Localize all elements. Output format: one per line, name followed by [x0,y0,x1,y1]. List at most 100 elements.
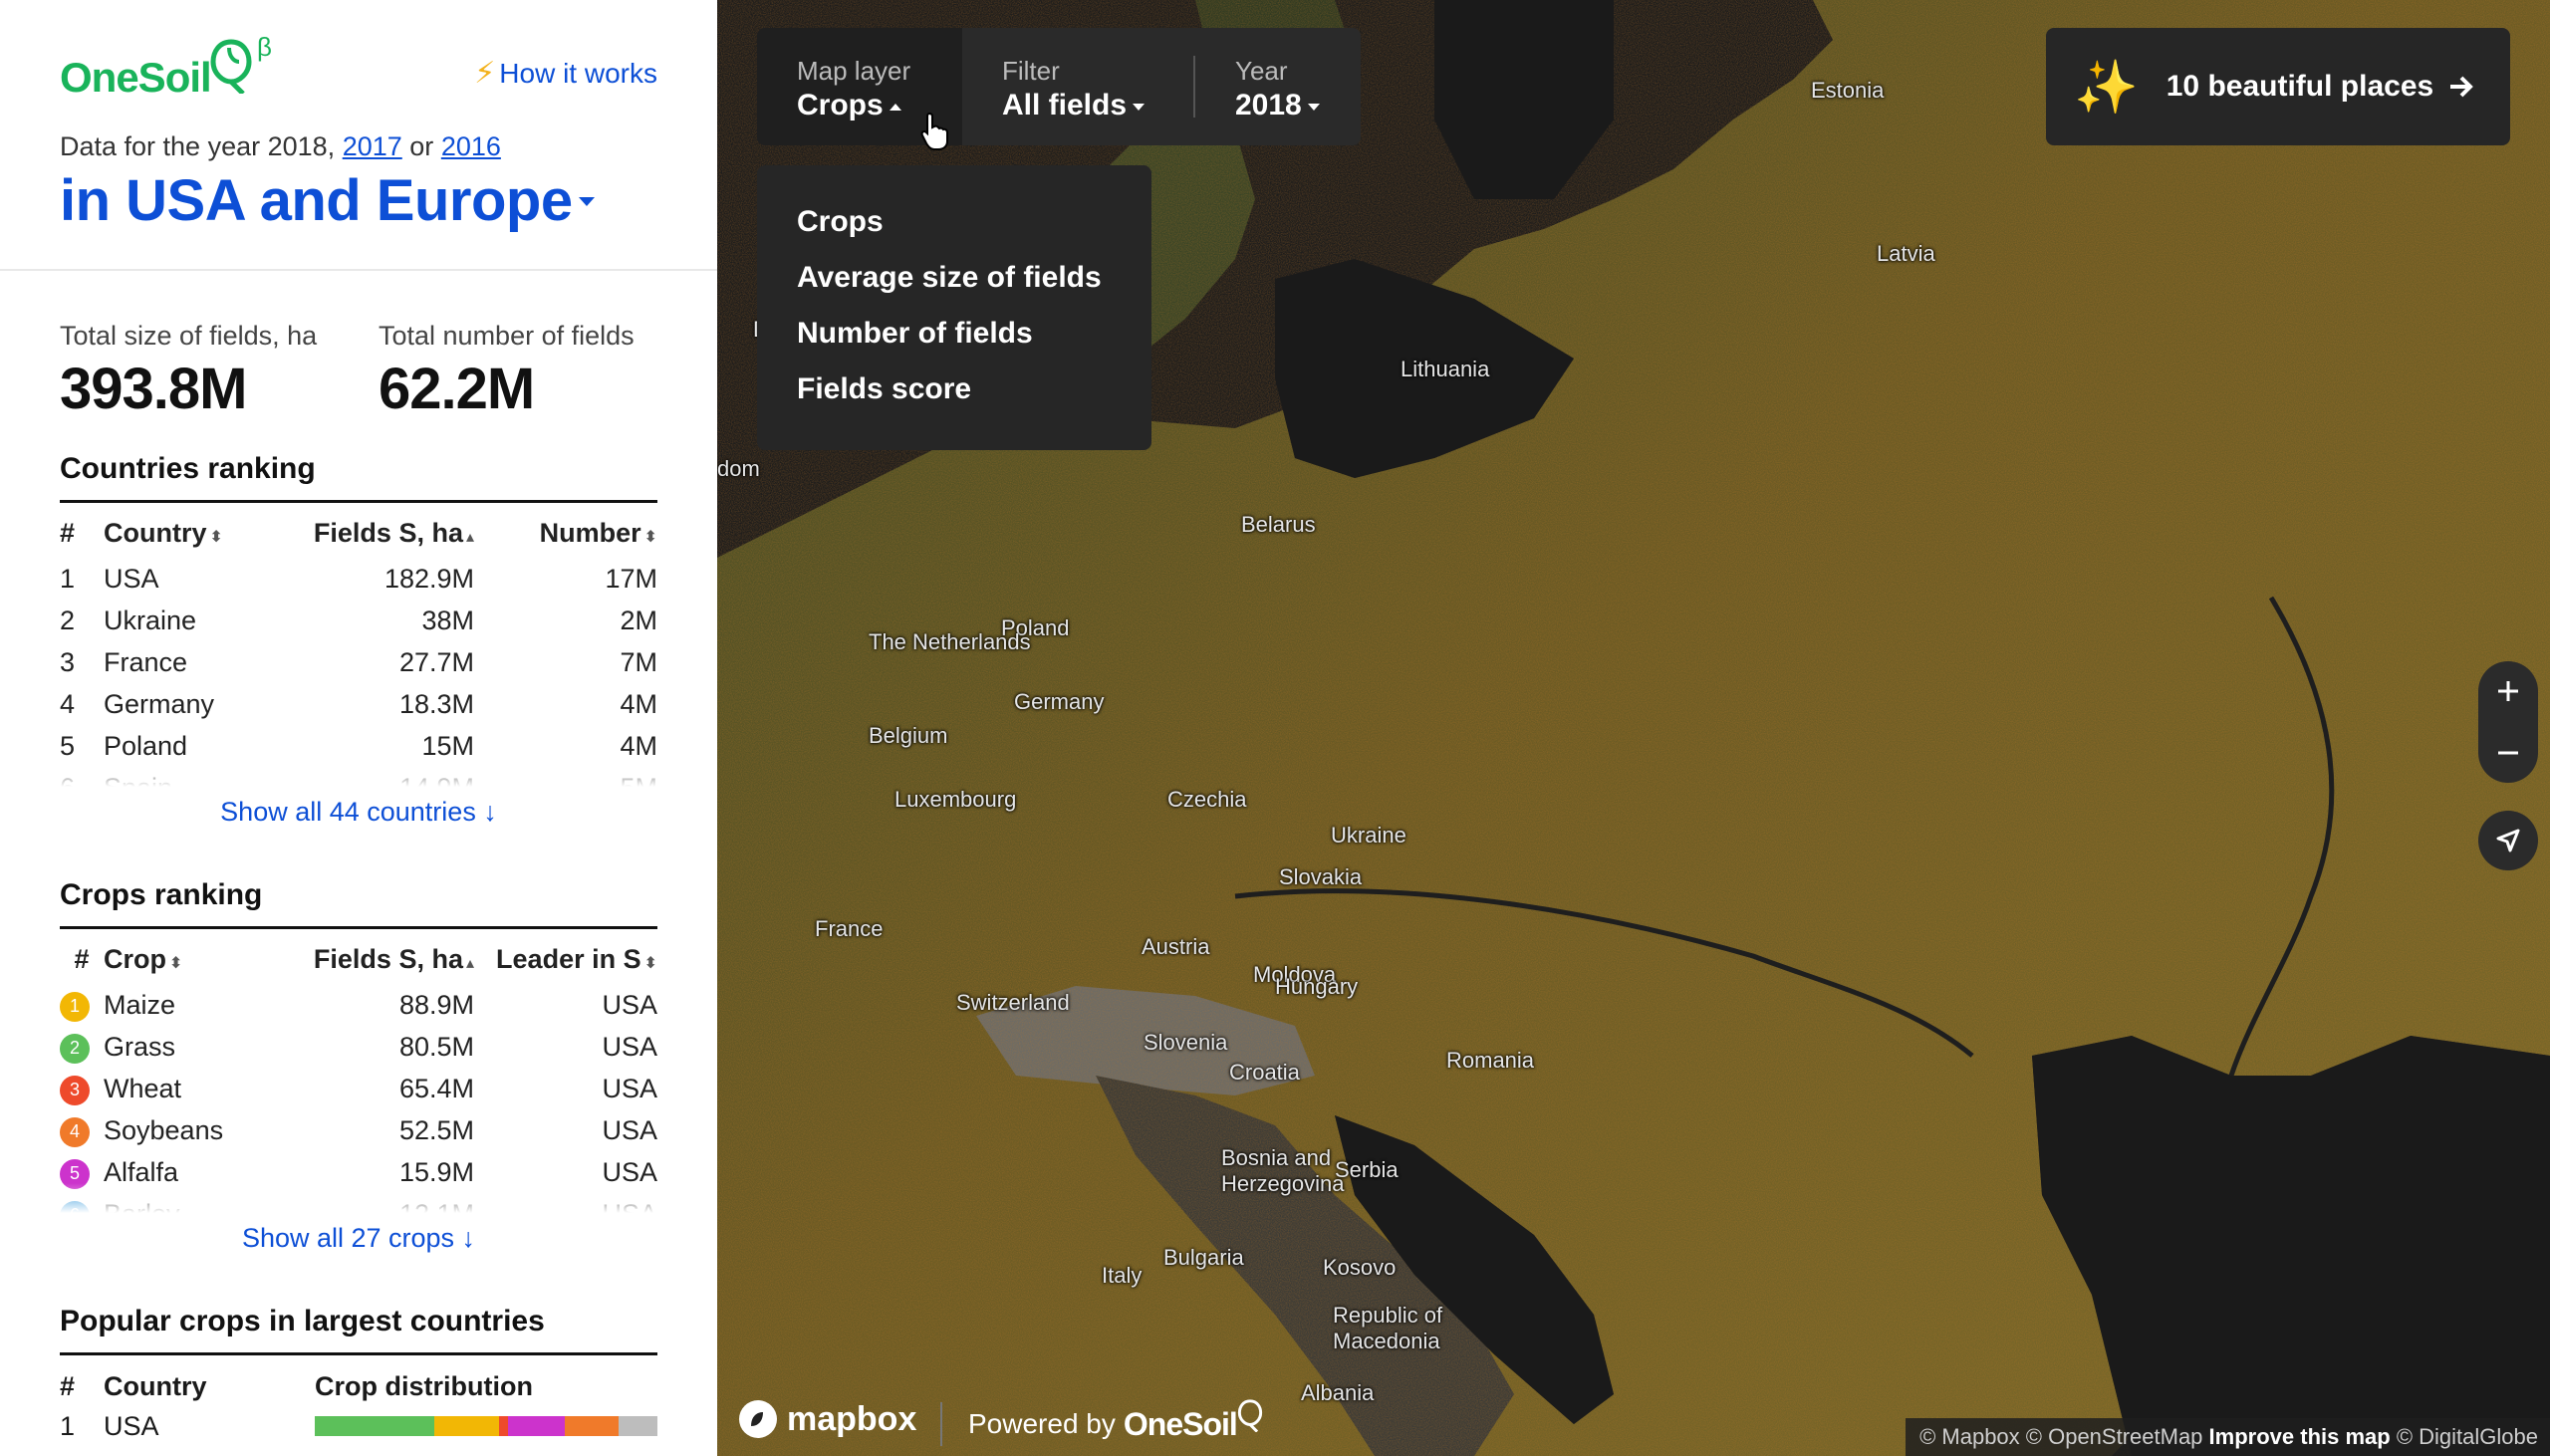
col-index: # [74,943,90,974]
region-dropdown[interactable]: in USA and Europe [60,167,595,234]
map-place-label: Belgium [869,723,948,748]
chevron-up-icon [889,103,901,111]
menu-item-average-size[interactable]: Average size of fields [797,261,1151,317]
row-index: 1 [60,1410,76,1441]
zoom-out-button[interactable] [2478,723,2538,783]
col-fields-s-sort[interactable]: Fields S, ha ▴ [275,518,474,549]
mapbox-logo[interactable]: mapbox [737,1398,916,1440]
col-crop-label: Crop [104,943,166,974]
row-country: Ukraine [104,605,197,635]
col-fields-s-sort[interactable]: Fields S, ha ▴ [275,944,474,975]
map-attribution: © Mapbox © OpenStreetMap Improve this ma… [1906,1418,2550,1456]
crops-table: # Crop ⬍ Fields S, ha ▴ Leader in S ⬍ 1 Maiz… [60,934,657,1213]
map-place-label: The Netherlands [869,629,1031,654]
map-place-label: Switzerland [956,990,1070,1015]
map-place-label: Slovenia [1144,1030,1228,1055]
row-country: USA [104,563,159,594]
beautiful-places-button[interactable]: ✨ 10 beautiful places [2046,28,2510,145]
col-number-sort[interactable]: Number ⬍ [474,518,657,549]
powered-by[interactable]: Powered by OneSoil [940,1399,1263,1446]
countries-table-header: # Country ⬍ Fields S, ha ▴ Number ⬍ [60,508,657,558]
total-size-stat: Total size of fields, ha 393.8M [60,321,317,422]
map-place-label: Republic of [1333,1303,1443,1328]
map-view[interactable]: EstoniaLatviaDenmarkLithuaniadomBelarusP… [717,0,2550,1456]
map-place-label: Slovakia [1279,864,1363,889]
show-all-countries-link[interactable]: Show all 44 countries ↓ [60,797,657,828]
map-place-label: Albania [1301,1380,1375,1405]
country-row[interactable]: 1 USA 182.9M 17M [60,558,657,600]
year-2017-link[interactable]: 2017 [343,131,402,161]
row-country: Germany [104,688,215,719]
row-crop: Soybeans [104,1114,224,1145]
map-place-label: Romania [1446,1048,1535,1073]
filter-dropdown[interactable]: Filter All fields [962,28,1193,145]
map-place-label: Czechia [1167,787,1247,812]
year-label: Year [1235,56,1288,86]
row-country: USA [104,1410,159,1441]
crops-ranking-title: Crops ranking [60,878,657,929]
year-2016-link[interactable]: 2016 [441,131,501,161]
chevron-down-icon [578,197,595,207]
mapbox-icon [739,1400,777,1438]
col-leader-sort[interactable]: Leader in S ⬍ [474,944,657,975]
country-row[interactable]: 3 France 27.7M 7M [60,641,657,683]
plus-icon [2498,681,2518,701]
year-dropdown[interactable]: Year 2018 [1193,56,1361,121]
minus-icon [2498,751,2518,755]
menu-item-fields-score[interactable]: Fields score [797,372,1151,428]
map-place-label: Bulgaria [1163,1245,1244,1270]
show-all-crops-link[interactable]: Show all 27 crops ↓ [60,1223,657,1254]
crop-row[interactable]: 1 Maize 88.9M USA [60,984,657,1026]
row-number: 4M [620,688,657,719]
row-fields-s: 80.5M [398,1031,474,1062]
table-fade [60,757,657,787]
country-row[interactable]: 4 Germany 18.3M 4M [60,683,657,725]
total-number-stat: Total number of fields 62.2M [379,321,635,422]
col-number-label: Number [539,517,641,548]
row-index: 2 [60,605,76,635]
logo-wordmark: OneSoil [60,54,212,101]
attribution-mapbox-osm[interactable]: © Mapbox © OpenStreetMap [1919,1424,2202,1449]
map-place-label: Belarus [1241,512,1316,537]
crop-row[interactable]: 2 Grass 80.5M USA [60,1026,657,1068]
map-place-label: Croatia [1229,1060,1300,1085]
row-leader: USA [602,989,657,1020]
row-number: 7M [620,646,657,677]
filter-value: All fields [1002,89,1128,121]
map-layer-value: Crops [797,89,884,121]
region-label: in USA and Europe [60,168,573,233]
col-country-sort[interactable]: Country ⬍ [104,518,275,549]
sparkles-icon: ✨ [2074,58,2139,117]
row-index: 3 [60,646,76,677]
table-fade [60,1183,657,1213]
locate-button[interactable] [2478,811,2538,870]
crop-distribution-segment [508,1416,566,1436]
menu-item-crops[interactable]: Crops [797,205,1151,261]
col-index: # [60,517,76,548]
countries-rows: 1 USA 182.9M 17M 2 Ukraine 38M 2M 3 France 27.7M 7M… [60,558,657,788]
onesoil-logo[interactable]: OneSoil β [60,32,289,108]
menu-item-number-of-fields[interactable]: Number of fields [797,317,1151,372]
crop-row[interactable]: 3 Wheat 65.4M USA [60,1068,657,1109]
country-row[interactable]: 2 Ukraine 38M 2M [60,600,657,641]
crop-color-badge: 2 [60,1033,90,1064]
attribution-digitalglobe[interactable]: © DigitalGlobe [2397,1424,2538,1449]
how-it-works-label: How it works [499,58,657,89]
row-index: 1 [60,563,76,594]
zoom-in-button[interactable] [2478,661,2538,721]
year-value: 2018 [1235,89,1302,121]
improve-map-link[interactable]: Improve this map [2209,1424,2391,1449]
row-crop: Grass [104,1031,176,1062]
col-country-label: Country [104,1370,207,1401]
row-fields-s: 38M [421,605,474,635]
sidebar: OneSoil β ⚡ How it works Data for the yea… [0,0,717,1456]
sort-up-icon: ▴ [465,528,474,546]
col-crop-sort[interactable]: Crop ⬍ [104,944,275,975]
row-leader: USA [602,1073,657,1103]
total-size-value: 393.8M [60,357,247,421]
map-place-label: Kosovo [1323,1255,1397,1280]
map-place-label: Latvia [1877,241,1935,266]
crop-row[interactable]: 4 Soybeans 52.5M USA [60,1109,657,1151]
how-it-works-link[interactable]: ⚡ How it works [474,56,657,91]
row-number: 2M [620,605,657,635]
